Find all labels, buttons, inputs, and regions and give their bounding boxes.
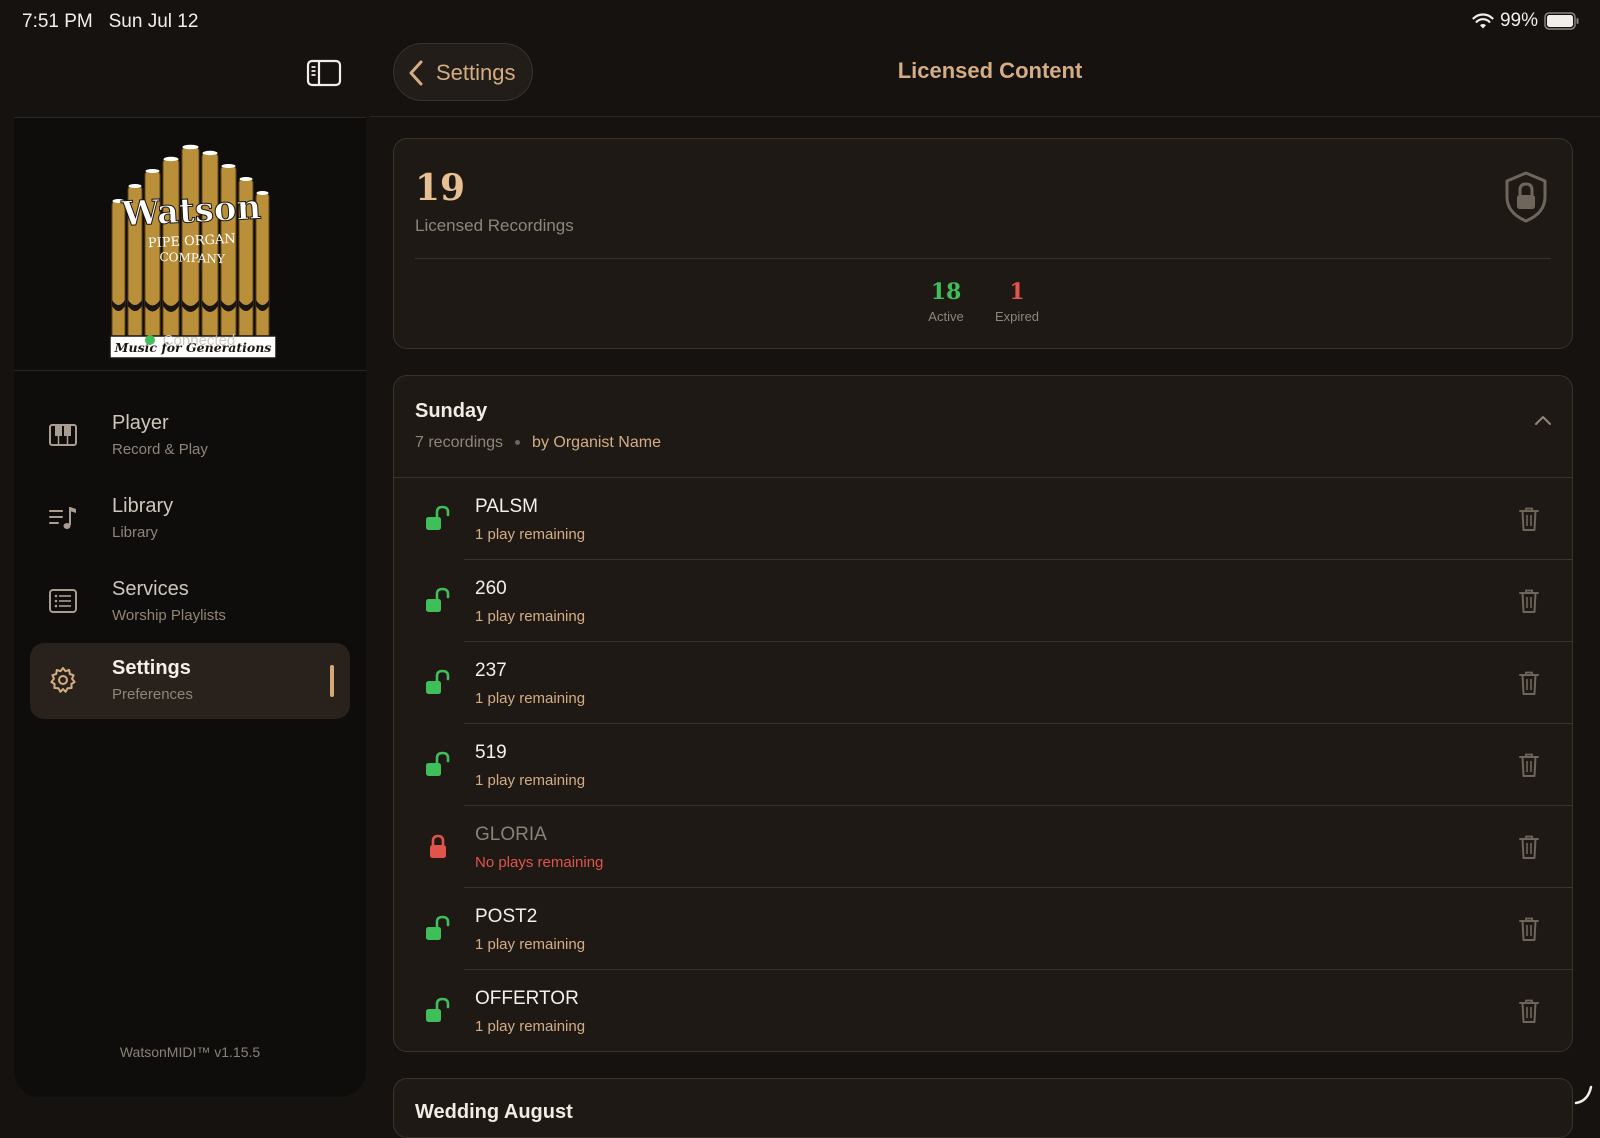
sidebar-item-player[interactable]: Player Record & Play — [30, 398, 350, 474]
sidebar: Watson PIPE ORGAN COMPANY Music for Gene… — [14, 42, 366, 1097]
recording-row[interactable]: 519 1 play remaining — [394, 724, 1572, 806]
recording-row[interactable]: OFFERTOR 1 play remaining — [394, 970, 1572, 1051]
nav-title: Services — [112, 578, 189, 600]
sidebar-item-settings[interactable]: Settings Preferences — [30, 643, 350, 719]
music-list-icon — [49, 507, 76, 529]
logo-line2: COMPANY — [159, 250, 226, 266]
plays-remaining: 1 play remaining — [475, 1018, 586, 1035]
plays-remaining: 1 play remaining — [475, 526, 586, 543]
nav-title: Settings — [112, 657, 191, 679]
lock-icon — [430, 834, 446, 858]
trash-icon[interactable] — [1518, 752, 1540, 778]
unlock-icon — [426, 751, 450, 776]
sidebar-toolbar — [14, 42, 366, 118]
page-title: Licensed Content — [897, 58, 1083, 83]
nav-title: Library — [112, 495, 174, 517]
recording-row[interactable]: GLORIA No plays remaining — [394, 806, 1572, 888]
plays-remaining: 1 play remaining — [475, 772, 586, 789]
shield-lock-icon — [1505, 171, 1547, 223]
unlock-icon — [426, 915, 450, 940]
resize-handle-icon[interactable] — [1572, 1083, 1594, 1105]
back-label: Settings — [436, 60, 516, 85]
trash-icon[interactable] — [1518, 916, 1540, 942]
connection-label: Connected — [162, 332, 236, 349]
sidebar-divider — [14, 370, 366, 371]
active-label: Active — [928, 309, 964, 324]
list-box-icon — [49, 589, 77, 613]
recording-title: 519 — [475, 742, 507, 763]
status-bar: 7:51 PM Sun Jul 12 99% — [0, 0, 1600, 42]
recording-group-next[interactable]: Wedding August — [393, 1078, 1573, 1138]
recording-title: POST2 — [475, 906, 538, 927]
nav-subtitle: Library — [112, 524, 158, 541]
expired-label: Expired — [994, 309, 1040, 324]
plays-remaining: No plays remaining — [475, 854, 604, 871]
clock: 7:51 PM — [22, 11, 93, 32]
sidebar-item-library[interactable]: Library Library — [30, 481, 350, 557]
trash-icon[interactable] — [1518, 834, 1540, 860]
plays-remaining: 1 play remaining — [475, 936, 586, 953]
wifi-icon — [1472, 13, 1494, 28]
recording-title: GLORIA — [475, 824, 547, 845]
trash-icon[interactable] — [1518, 506, 1540, 532]
recording-row[interactable]: POST2 1 play remaining — [394, 888, 1572, 970]
piano-icon — [49, 424, 77, 446]
connection-status: Connected — [14, 332, 366, 349]
total-label: Licensed Recordings — [415, 216, 574, 235]
plays-remaining: 1 play remaining — [475, 690, 586, 707]
app-version: WatsonMIDI™ v1.15.5 — [119, 1044, 261, 1060]
recording-group-sunday: Sunday 7 recordings by Organist Name PALS… — [393, 375, 1573, 1052]
recording-row[interactable]: PALSM 1 play remaining — [394, 478, 1572, 560]
group-title: Sunday — [415, 400, 488, 422]
group-author: by Organist Name — [532, 434, 661, 451]
sidebar-item-services[interactable]: Services Worship Playlists — [30, 564, 350, 640]
status-time: 7:51 PM Sun Jul 12 — [22, 11, 198, 33]
group-count: 7 recordings — [415, 434, 504, 451]
trash-icon[interactable] — [1518, 998, 1540, 1024]
nav-subtitle: Preferences — [112, 686, 193, 703]
recording-row[interactable]: 237 1 play remaining — [394, 642, 1572, 724]
header-divider — [370, 116, 1600, 117]
battery-percent: 99% — [1499, 10, 1538, 31]
trash-icon[interactable] — [1518, 588, 1540, 614]
trash-icon[interactable] — [1518, 670, 1540, 696]
date: Sun Jul 12 — [108, 11, 199, 32]
active-stat: 18 Active — [906, 279, 986, 324]
battery-icon — [1544, 12, 1579, 30]
chevron-left-icon — [409, 60, 423, 86]
active-indicator — [330, 665, 334, 697]
unlock-icon — [426, 669, 450, 694]
back-button[interactable]: Settings — [393, 43, 533, 101]
chevron-up-icon[interactable] — [1534, 414, 1552, 426]
expired-stat: 1 Expired — [977, 279, 1057, 324]
status-indicators: 99% — [1472, 10, 1580, 32]
sidebar-toggle-icon[interactable] — [306, 58, 342, 88]
expired-count: 1 — [1009, 279, 1025, 305]
summary-divider — [415, 258, 1551, 259]
separator-dot — [515, 440, 521, 446]
logo-name: Watson — [120, 187, 262, 234]
group-title: Wedding August — [415, 1101, 573, 1123]
active-count: 18 — [930, 279, 962, 305]
nav-subtitle: Worship Playlists — [112, 607, 226, 624]
unlock-icon — [426, 997, 450, 1022]
license-summary-card: 19 Licensed Recordings 18 Active 1 Expir… — [393, 138, 1573, 349]
recording-title: OFFERTOR — [475, 988, 579, 1009]
nav-title: Player — [112, 412, 169, 434]
plays-remaining: 1 play remaining — [475, 608, 586, 625]
recording-title: 260 — [475, 578, 507, 599]
group-meta: 7 recordings by Organist Name — [415, 434, 661, 452]
total-count: 19 — [415, 167, 466, 209]
unlock-icon — [426, 587, 450, 612]
recording-title: 237 — [475, 660, 507, 681]
watson-logo: Watson PIPE ORGAN COMPANY Music for Gene… — [109, 144, 277, 359]
unlock-icon — [426, 505, 450, 530]
recording-title: PALSM — [475, 496, 539, 517]
connection-dot — [144, 335, 155, 346]
gear-icon — [50, 667, 76, 693]
recording-row[interactable]: 260 1 play remaining — [394, 560, 1572, 642]
nav-subtitle: Record & Play — [112, 441, 208, 458]
